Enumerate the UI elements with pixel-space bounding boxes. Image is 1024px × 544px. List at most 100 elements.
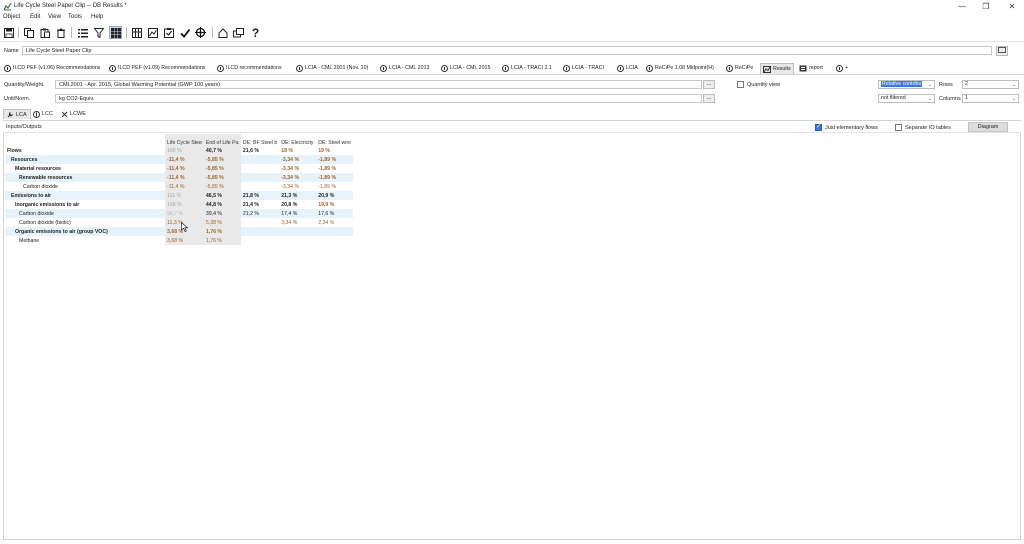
rows-select[interactable]: 2 ⌄ [962,80,1019,89]
delete-icon[interactable] [54,26,67,39]
minimize-button[interactable]: — [955,1,969,12]
tab-report[interactable]: report [797,63,825,74]
cell: -11,4 % [165,155,204,164]
cell: -3,34 % [281,183,300,190]
tab-results[interactable]: Results [760,63,794,74]
chevron-down-icon: ⌄ [1011,82,1017,88]
checklist-icon[interactable] [162,26,175,39]
quantity-field[interactable]: CML2001 - Apr. 2015, Global Warming Pote… [55,80,702,89]
columns-icon[interactable] [130,26,143,39]
table-row[interactable]: Material resources -11,4 % -5,85 % -3,34… [5,164,353,173]
restore-button[interactable]: ❐ [979,1,993,12]
menu-edit[interactable]: Edit [30,14,40,20]
info-icon [836,65,843,72]
tab-lcia-cml-2015[interactable]: LCIA - CML 2015 [439,63,492,74]
tab-lcia[interactable]: LCIA [615,63,640,74]
cell: -5,85 % [203,173,241,182]
separate-io-checkbox[interactable] [895,124,902,131]
row-label: Organic emissions to air (group VOC) [15,228,108,235]
cell [241,182,279,191]
tab-lcia-traci-21[interactable]: LCIA - TRACI 2.1 [500,63,554,74]
quantity-browse-button[interactable]: ... [703,80,715,89]
cell [241,155,279,164]
target-icon[interactable] [194,26,207,39]
tab-add[interactable]: + [834,63,850,74]
quantity-label: Quantity/Weight. [4,82,45,88]
unit-browse-button[interactable]: ... [703,94,715,103]
chart-icon[interactable] [146,26,159,39]
tab-recipe-108[interactable]: ReCiPe 1.08 Midpoint(H) [644,63,716,74]
cell: 20,9 % [318,192,335,199]
list-icon[interactable] [76,26,89,39]
toolbar-separator [71,27,72,38]
tab-ilcd-recommendations[interactable]: ILCD recommendations [215,63,284,74]
table-row[interactable]: Carbon dioxide (biotic) 11,3 % 5,38 % 3,… [5,218,353,227]
filter-icon[interactable] [92,26,105,39]
tab-lca[interactable]: LCA [3,109,31,119]
tab-lcc[interactable]: LCC [30,109,56,119]
row-label: Resources [11,156,38,163]
menu-tools[interactable]: Tools [68,14,82,20]
home-icon[interactable] [216,26,229,39]
columns-select[interactable]: 1 ⌄ [962,94,1019,103]
name-edit-button[interactable] [996,46,1008,56]
table-row[interactable]: Flows 100 % 40,7 % 21,6 % 18 % 19 % [5,146,353,155]
tab-lcia-cml-2013[interactable]: LCIA - CML 2013 [378,63,431,74]
column-header[interactable]: DE: Electricity [279,134,316,146]
chart-icon [763,65,771,73]
save-icon[interactable] [2,26,15,39]
cell: 17,4 % [281,210,298,217]
table-row[interactable]: Renewable resources -11,4 % -5,85 % -3,3… [5,173,354,182]
tab-recipe[interactable]: ReCiPe [724,63,755,74]
column-header[interactable]: Life Cycle Stee [165,134,204,146]
paste-icon[interactable] [38,26,51,39]
table-row[interactable]: Carbon dioxide -11,4 % -5,85 % -3,34 % -… [5,182,353,191]
column-header[interactable]: End of Life Pa [203,134,241,146]
table-row[interactable]: Emissions to air 111 % 46,5 % 21,8 % 21,… [5,191,354,200]
table-row[interactable]: Resources -11,4 % -5,85 % -3,34 % -1,89 … [5,155,354,164]
cell: 5,38 % [203,218,241,227]
table-row[interactable]: Inorganic emissions to air 108 % 44,8 % … [5,200,353,209]
filter-select[interactable]: not filtered ⌄ [878,94,935,103]
name-field[interactable]: Life Cycle Steel Paper Clip [22,46,992,55]
quantity-view-checkbox[interactable] [737,81,744,88]
menu-object[interactable]: Object [3,14,20,20]
cell [279,227,316,236]
windows-icon[interactable] [232,26,245,39]
info-icon [4,65,11,72]
info-icon [380,65,387,72]
cell: -5,85 % [203,164,241,173]
copy-icon[interactable] [22,26,35,39]
tab-lcwe[interactable]: LCWE [58,109,89,119]
tab-lcia-traci[interactable]: LCIA - TRACI [561,63,606,74]
row-label: Renewable resources [19,174,73,181]
menu-view[interactable]: View [48,14,61,20]
chevron-down-icon: ⌄ [927,82,933,88]
column-header[interactable]: DE: Steel wire [316,134,353,146]
table-row[interactable]: Carbon dioxide 96,7 % 39,4 % 21,2 % 17,4… [5,209,354,218]
row-label: Carbon dioxide (biotic) [19,219,71,226]
results-table: Life Cycle Stee End of Life Pa DE: BF St… [5,134,354,245]
grid-icon[interactable] [109,26,122,39]
table-row[interactable]: Organic emissions to air (group VOC) 3,6… [5,227,354,236]
column-header[interactable]: DE: BF Steel b [241,134,279,146]
info-icon [296,65,303,72]
row-label: Flows [7,147,22,154]
info-icon [726,65,733,72]
just-elementary-checkbox[interactable]: ✓ [815,124,822,131]
tab-lcia-cml-2001[interactable]: LCIA - CML 2001 (Nov. 10) [294,63,370,74]
cell: 46,5 % [203,191,241,200]
info-icon [563,65,570,72]
check-icon[interactable] [178,26,191,39]
unit-field[interactable]: kg CO2-Equiv. [55,94,702,103]
close-button[interactable]: ✕ [1005,1,1019,12]
cell: -3,34 % [281,156,300,163]
menu-help[interactable]: Help [91,14,103,20]
cell: -11,4 % [165,182,204,191]
mode-select[interactable]: Relative contribu ⌄ [878,80,935,89]
tab-ilcd-pef-109[interactable]: ILCD PEF (v1.09) Recommendations [107,63,207,74]
table-row[interactable]: Methane 3,68 % 1,76 % [5,236,353,245]
diagram-button[interactable]: Diagram [968,122,1008,132]
tab-ilcd-pef-106[interactable]: ILCD PEF (v1.06) Recommendations [2,63,102,74]
help-icon[interactable]: ? [249,26,262,40]
